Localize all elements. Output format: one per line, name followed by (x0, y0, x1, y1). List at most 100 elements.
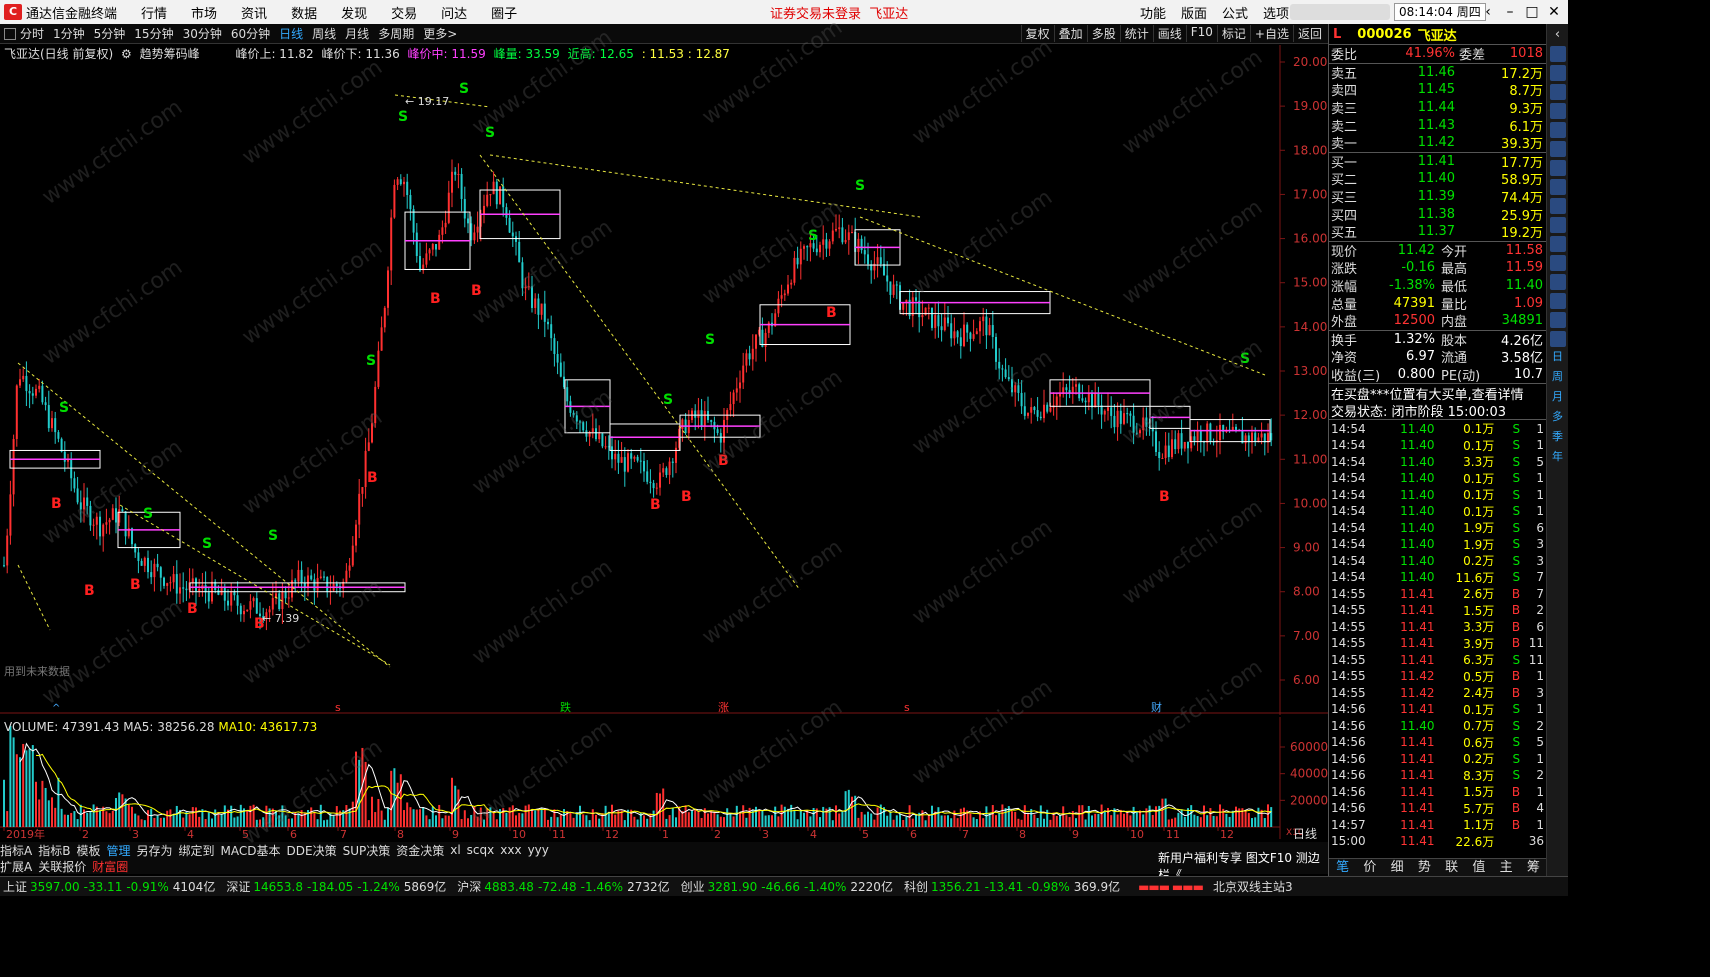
menu-right-item-0[interactable]: 功能 (1140, 3, 1166, 22)
collapse-arrow-icon[interactable]: ‹ (1550, 27, 1566, 43)
buy-row-0[interactable]: 买一 11.41 17.7万 (1329, 153, 1546, 171)
menu-item-5[interactable]: 交易 (391, 3, 417, 22)
chart-tool-7[interactable]: +自选 (1249, 25, 1293, 42)
indicator-name[interactable]: 趋势筹码峰 (140, 47, 200, 61)
menu-item-2[interactable]: 资讯 (241, 3, 267, 22)
chart-tool-4[interactable]: 画线 (1152, 25, 1186, 42)
event-marker[interactable]: 涨 (718, 701, 729, 714)
side-tool-icon[interactable] (1549, 122, 1566, 138)
event-marker-up-icon[interactable]: ^ (52, 703, 60, 714)
side-period-0[interactable]: 日 (1550, 349, 1566, 367)
side-tool-icon[interactable] (1549, 293, 1566, 309)
menu-right-item-3[interactable]: 选项 (1263, 3, 1289, 22)
period-tab-10[interactable]: 更多> (423, 25, 457, 42)
indicator-tab-8[interactable]: SUP决策 (343, 842, 391, 859)
side-tool-icon[interactable] (1549, 65, 1566, 81)
indicator-tab-9[interactable]: 资金决策 (396, 842, 444, 859)
maximize-icon[interactable]: □ (1522, 2, 1542, 22)
sell-row-3[interactable]: 卖二 11.43 6.1万 (1329, 116, 1546, 135)
side-tool-icon[interactable] (1549, 217, 1566, 233)
period-tab-5[interactable]: 60分钟 (231, 25, 270, 42)
period-tab-1[interactable]: 1分钟 (53, 25, 85, 42)
index-4[interactable]: 科创 1356.21 -13.41 -0.98% 369.9亿 (901, 878, 1120, 895)
period-tab-7[interactable]: 周线 (312, 25, 336, 42)
side-tool-icon[interactable] (1549, 236, 1566, 252)
quote-tab-5[interactable]: 值 (1465, 859, 1492, 876)
menu-item-6[interactable]: 问达 (441, 3, 467, 22)
big-order-notice[interactable]: 在买盘***位置有大买单,查看详情 (1329, 384, 1546, 403)
period-tab-6[interactable]: 日线 (279, 25, 303, 42)
indicator-gear-icon[interactable]: ⚙ (121, 47, 132, 61)
period-tab-2[interactable]: 5分钟 (94, 25, 126, 42)
quote-tab-6[interactable]: 主 (1493, 859, 1520, 876)
chart-tool-8[interactable]: 返回 (1292, 25, 1326, 42)
indicator-tab-11[interactable]: scqx (467, 843, 495, 857)
event-marker[interactable]: 跌 (560, 700, 571, 714)
period-tab-9[interactable]: 多周期 (378, 25, 414, 42)
event-marker[interactable]: s (904, 701, 910, 714)
period-tab-8[interactable]: 月线 (345, 25, 369, 42)
chart-tool-0[interactable]: 复权 (1020, 25, 1054, 42)
side-tool-icon[interactable] (1549, 312, 1566, 328)
side-period-4[interactable]: 季 (1550, 429, 1566, 447)
quote-tab-0[interactable]: 笔 (1329, 859, 1356, 876)
chart-tool-2[interactable]: 多股 (1086, 25, 1120, 42)
login-warning[interactable]: 证券交易未登录 (770, 7, 861, 22)
event-marker[interactable]: 财 (1151, 700, 1162, 714)
menu-right-item-1[interactable]: 版面 (1181, 3, 1207, 22)
volume-chart[interactable]: 600004000020000X102019年 2 3 4 5 6 7 8 9 10 11 12 1 2 3… (0, 717, 1328, 839)
side-tool-icon[interactable] (1549, 84, 1566, 100)
sell-row-2[interactable]: 卖三 11.44 9.3万 (1329, 99, 1546, 117)
event-marker[interactable]: s (335, 701, 341, 714)
extension-tab-1[interactable]: 关联报价 (38, 858, 86, 875)
period-tab-3[interactable]: 15分钟 (134, 25, 173, 42)
back-nav-icon[interactable]: ‹ (1478, 2, 1498, 22)
close-icon[interactable]: ✕ (1544, 2, 1564, 22)
sell-row-4[interactable]: 卖一 11.42 39.3万 (1329, 134, 1546, 152)
stock-name[interactable]: 飞亚达 (1418, 25, 1457, 44)
extension-tab-0[interactable]: 扩展A (0, 858, 32, 875)
stock-code[interactable]: 000026 (1357, 27, 1411, 42)
menu-item-3[interactable]: 数据 (291, 3, 317, 22)
side-tool-icon[interactable] (1549, 255, 1566, 271)
quote-tab-2[interactable]: 细 (1384, 859, 1411, 876)
buy-row-2[interactable]: 买三 11.39 74.4万 (1329, 188, 1546, 206)
side-tool-icon[interactable] (1549, 46, 1566, 62)
chart-tool-6[interactable]: 标记 (1216, 25, 1250, 42)
chart-tool-3[interactable]: 统计 (1119, 25, 1153, 42)
indicator-tab-5[interactable]: 绑定到 (179, 842, 215, 859)
layout-icon[interactable] (4, 27, 16, 40)
buy-row-3[interactable]: 买四 11.38 25.9万 (1329, 205, 1546, 224)
menu-item-1[interactable]: 市场 (191, 3, 217, 22)
period-tab-4[interactable]: 30分钟 (183, 25, 222, 42)
index-2[interactable]: 沪深 4883.48 -72.48 -1.46% 2732亿 (454, 878, 669, 895)
index-1[interactable]: 深证 14653.8 -184.05 -1.24% 5869亿 (223, 878, 446, 895)
chart-tool-1[interactable]: 叠加 (1053, 25, 1087, 42)
quote-tab-4[interactable]: 联 (1438, 859, 1465, 876)
indicator-tab-13[interactable]: yyy (528, 843, 549, 857)
server-name[interactable]: 北京双线主站3 (1213, 878, 1293, 895)
indicator-tab-1[interactable]: 指标B (38, 842, 70, 859)
indicator-tab-2[interactable]: 模板 (76, 842, 100, 859)
chart-tool-5[interactable]: F10 (1185, 25, 1217, 42)
menu-item-4[interactable]: 发现 (341, 3, 367, 22)
side-tool-icon[interactable] (1549, 331, 1566, 347)
indicator-tab-4[interactable]: 另存为 (136, 842, 172, 859)
quote-tab-1[interactable]: 价 (1356, 859, 1383, 876)
side-tool-icon[interactable] (1549, 179, 1566, 195)
indicator-tab-12[interactable]: xxx (500, 843, 521, 857)
side-tool-icon[interactable] (1549, 274, 1566, 290)
extension-tab-2[interactable]: 财富圈 (92, 858, 128, 875)
indicator-tab-10[interactable]: xl (450, 843, 460, 857)
side-period-3[interactable]: 多 (1550, 409, 1566, 427)
buy-row-4[interactable]: 买五 11.37 19.2万 (1329, 223, 1546, 241)
indicator-tab-0[interactable]: 指标A (0, 842, 32, 859)
quote-tab-3[interactable]: 势 (1411, 859, 1438, 876)
side-period-1[interactable]: 周 (1550, 369, 1566, 387)
side-tool-icon[interactable] (1549, 141, 1566, 157)
menu-item-0[interactable]: 行情 (141, 3, 167, 22)
side-period-2[interactable]: 月 (1550, 389, 1566, 407)
search-box[interactable] (1290, 4, 1390, 20)
menu-item-7[interactable]: 圈子 (491, 3, 517, 22)
side-tool-icon[interactable] (1549, 103, 1566, 119)
